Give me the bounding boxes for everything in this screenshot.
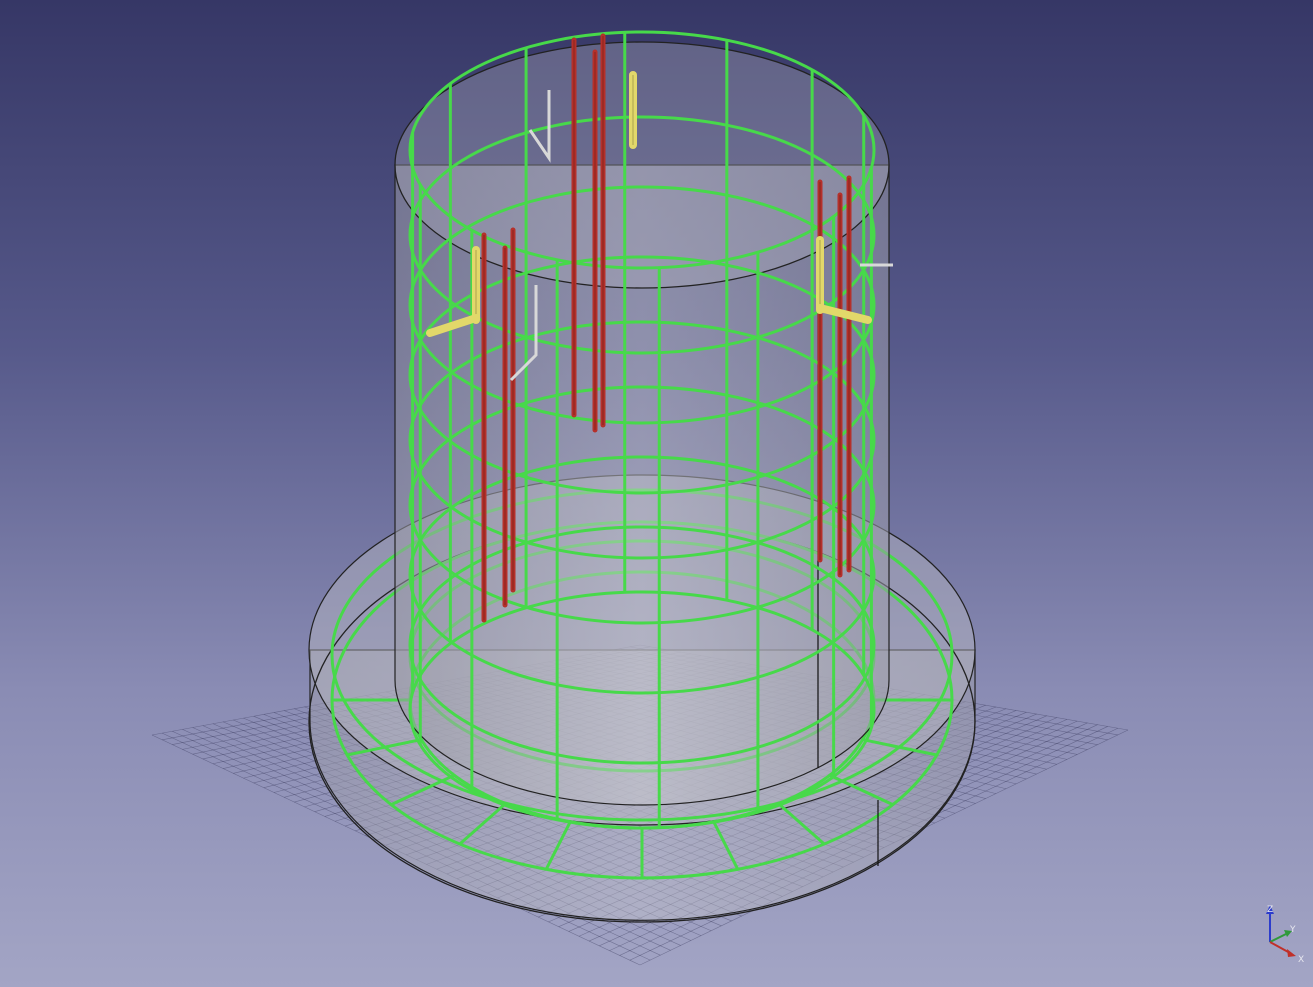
axis-indicator: Z Y X — [1266, 905, 1304, 965]
x-axis — [1269, 941, 1291, 954]
z-label: Z — [1267, 905, 1273, 915]
3d-viewport[interactable]: Z Y X — [0, 0, 1313, 987]
x-label: X — [1298, 955, 1304, 965]
x-arrow-icon — [1287, 949, 1296, 957]
model-scene[interactable] — [0, 0, 1313, 987]
y-label: Y — [1289, 925, 1296, 935]
y-axis — [1269, 933, 1287, 943]
